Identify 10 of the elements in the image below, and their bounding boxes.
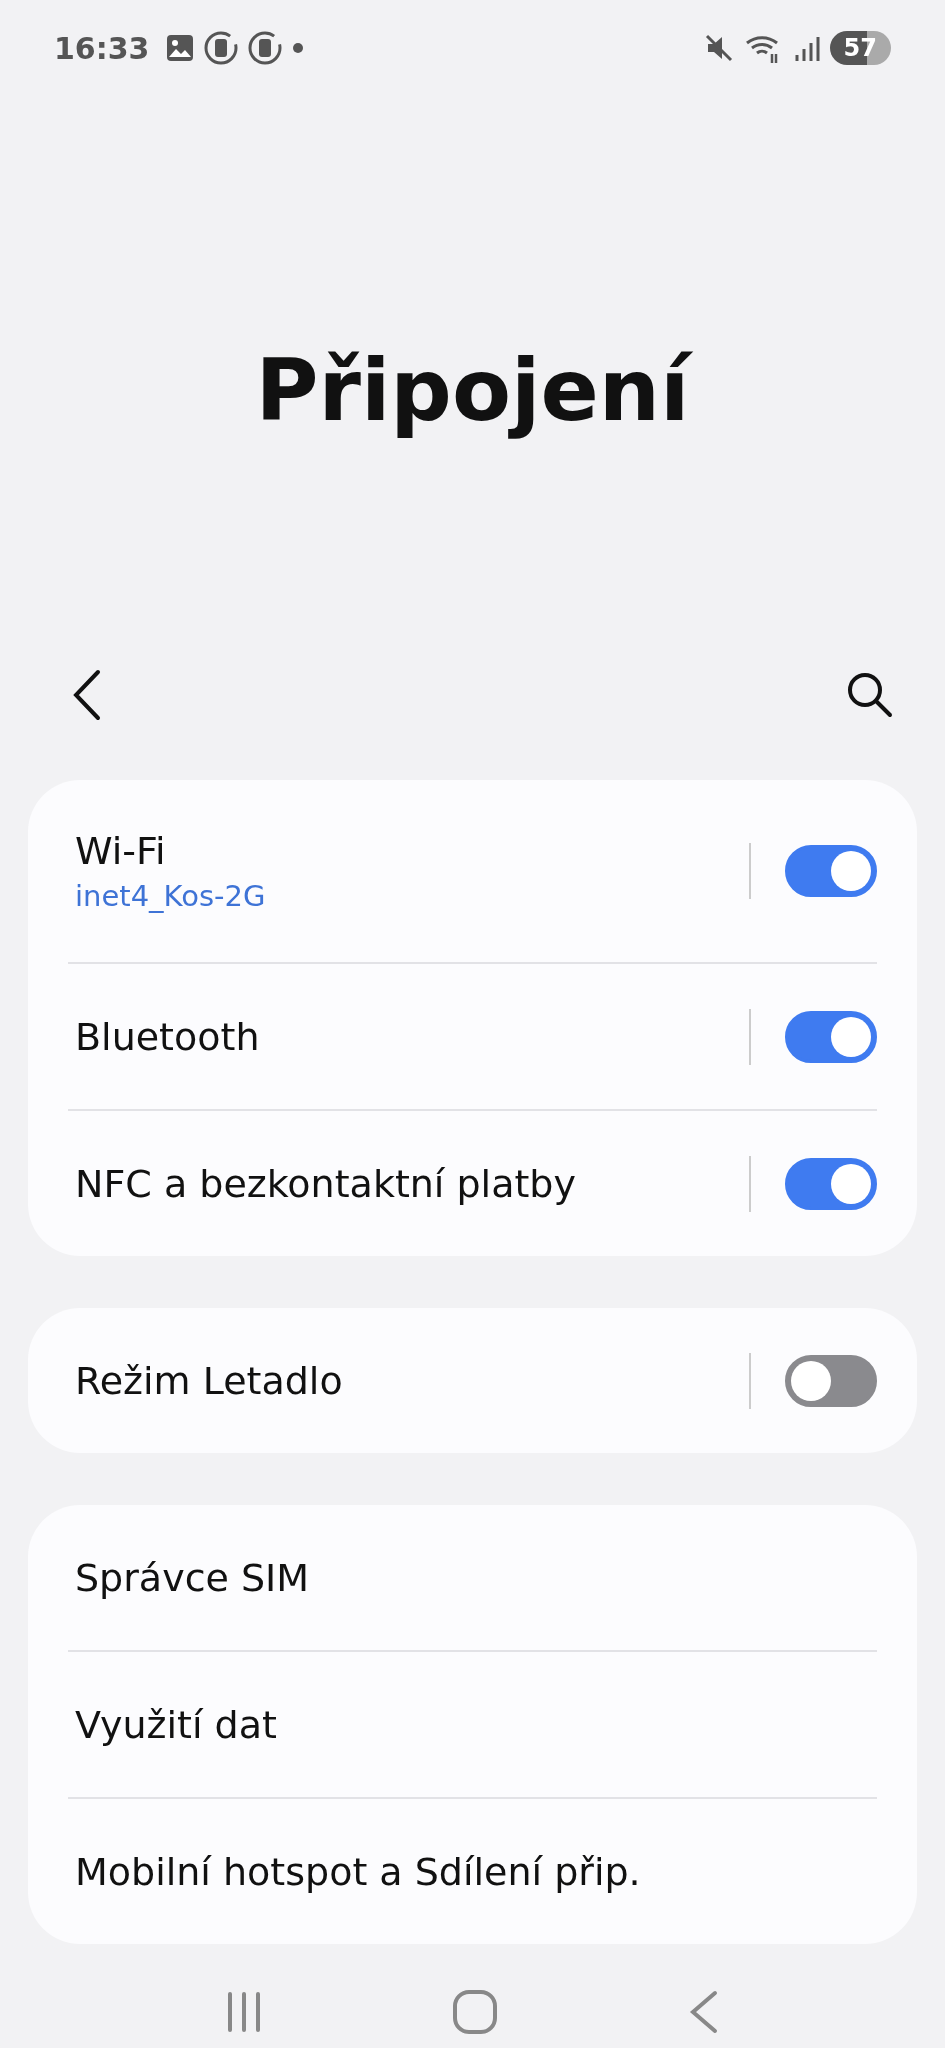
status-time: 16:33 (54, 30, 150, 66)
setting-label[interactable]: Wi-Fi (75, 829, 749, 873)
setting-label[interactable]: NFC a bezkontaktní platby (75, 1161, 749, 1206)
battery-level: 57 (829, 31, 891, 65)
setting-label[interactable]: Bluetooth (75, 1014, 749, 1059)
setting-label[interactable]: Využití dat (75, 1702, 877, 1747)
setting-subtitle: inet4_Kos-2G (75, 879, 267, 913)
setting-label[interactable]: Mobilní hotspot a Sdílení přip. (75, 1849, 877, 1894)
setting-label[interactable]: Režim Letadlo (75, 1358, 749, 1403)
setting-label[interactable]: Správce SIM (75, 1555, 877, 1600)
